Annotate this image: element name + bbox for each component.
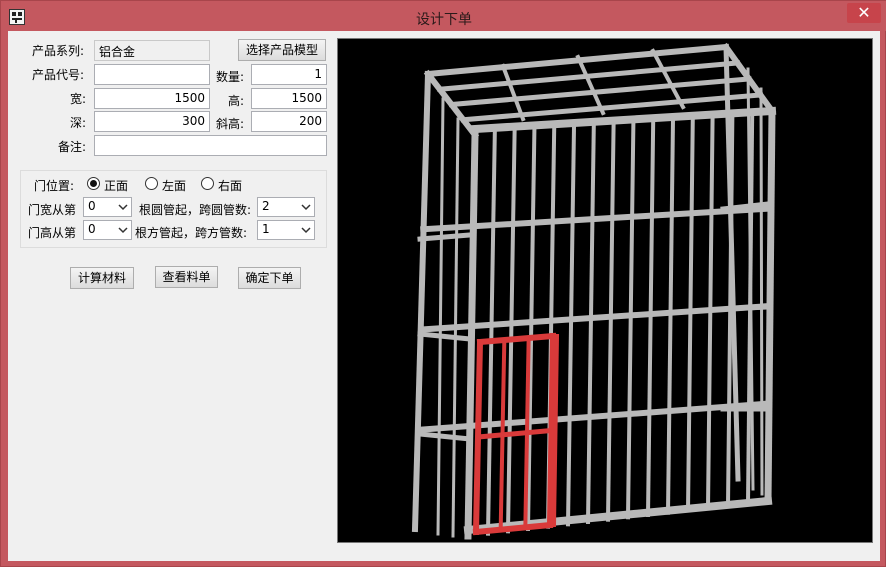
model-3d-viewport[interactable]: [337, 38, 873, 543]
depth-label: 深:: [69, 116, 86, 130]
quantity-label: 数量:: [215, 70, 244, 84]
roof-beam: [575, 54, 606, 116]
side-connector: [417, 331, 473, 342]
width-label: 宽:: [69, 92, 86, 106]
front-vertical-tube: [525, 128, 537, 532]
door-width-from-value: 0: [88, 199, 96, 213]
slant-label: 斜高:: [215, 117, 244, 131]
series-field: 铝合金: [94, 40, 210, 61]
side-connector: [417, 232, 473, 242]
close-icon: ✕: [857, 3, 871, 22]
quantity-input[interactable]: 1: [251, 64, 327, 85]
cage-frame-model: [411, 42, 777, 540]
front-vertical-tube: [565, 124, 577, 527]
front-vertical-tube: [645, 118, 656, 518]
height-label: 高:: [227, 94, 244, 108]
window-title: 设计下单: [416, 12, 472, 28]
door-width-mid-label: 根圆管起，跨圆管数:: [139, 203, 252, 217]
door-front-label[interactable]: 正面: [104, 177, 128, 194]
code-label: 产品代号:: [32, 68, 85, 82]
door-right-radio[interactable]: [201, 177, 214, 190]
door-width-from-select[interactable]: 0: [83, 197, 132, 217]
front-vertical-tube: [485, 131, 497, 536]
chevron-down-icon: [301, 227, 311, 234]
door-vertical-bar: [498, 337, 507, 532]
door-height-mid-label: 根方管起，跨方管数:: [135, 226, 248, 240]
confirm-order-button[interactable]: 确定下单: [238, 267, 301, 289]
side-connector: [720, 304, 771, 312]
select-model-button[interactable]: 选择产品模型: [238, 39, 326, 61]
code-input[interactable]: [94, 64, 210, 85]
door-height-from-select[interactable]: 0: [83, 220, 132, 240]
note-label: 备注:: [57, 140, 86, 154]
view-bom-button[interactable]: 查看料单: [155, 266, 218, 288]
height-input[interactable]: 1500: [251, 88, 327, 109]
front-vertical-tube: [605, 121, 616, 522]
chevron-down-icon: [301, 204, 311, 211]
right-side-tube: [759, 87, 764, 496]
roof-beam: [500, 63, 526, 122]
door-right-label[interactable]: 右面: [218, 177, 242, 194]
door-height-span-select[interactable]: 1: [257, 220, 315, 240]
window: 设计下单 ✕ 产品系列: 铝合金 选择产品模型 产品代号: 数量: 1 宽: 1…: [0, 0, 886, 567]
close-button[interactable]: ✕: [847, 3, 881, 23]
chevron-down-icon: [118, 204, 128, 211]
series-label: 产品系列:: [32, 44, 85, 58]
front-vertical-tube: [585, 123, 596, 525]
door-width-span-value: 2: [262, 199, 270, 213]
side-connector: [417, 431, 473, 442]
door-front-radio[interactable]: [87, 177, 100, 190]
front-vertical-tube: [505, 129, 517, 534]
door-left-label[interactable]: 左面: [162, 177, 186, 194]
left-side-tube: [436, 97, 445, 536]
door-left-radio[interactable]: [145, 177, 158, 190]
chevron-down-icon: [118, 227, 128, 234]
door-height-from-value: 0: [88, 222, 96, 236]
left-back-post: [411, 70, 432, 533]
front-vertical-tube: [625, 120, 636, 520]
roof-beam: [650, 48, 686, 110]
door-height-from-label: 门高从第: [28, 226, 77, 240]
calc-material-button[interactable]: 计算材料: [70, 267, 134, 289]
door-position-label: 门位置:: [34, 179, 75, 193]
door-width-span-select[interactable]: 2: [257, 197, 315, 217]
title-bar[interactable]: 设计下单 ✕: [1, 1, 886, 31]
width-input[interactable]: 1500: [94, 88, 210, 109]
door-height-span-value: 1: [262, 222, 270, 236]
front-vertical-tube: [464, 131, 479, 540]
slant-input[interactable]: 200: [251, 111, 327, 132]
note-input[interactable]: [94, 135, 327, 156]
door-width-from-label: 门宽从第: [28, 203, 77, 217]
dialog-client: 产品系列: 铝合金 选择产品模型 产品代号: 数量: 1 宽: 1500 高: …: [8, 31, 880, 561]
depth-input[interactable]: 300: [94, 111, 210, 132]
